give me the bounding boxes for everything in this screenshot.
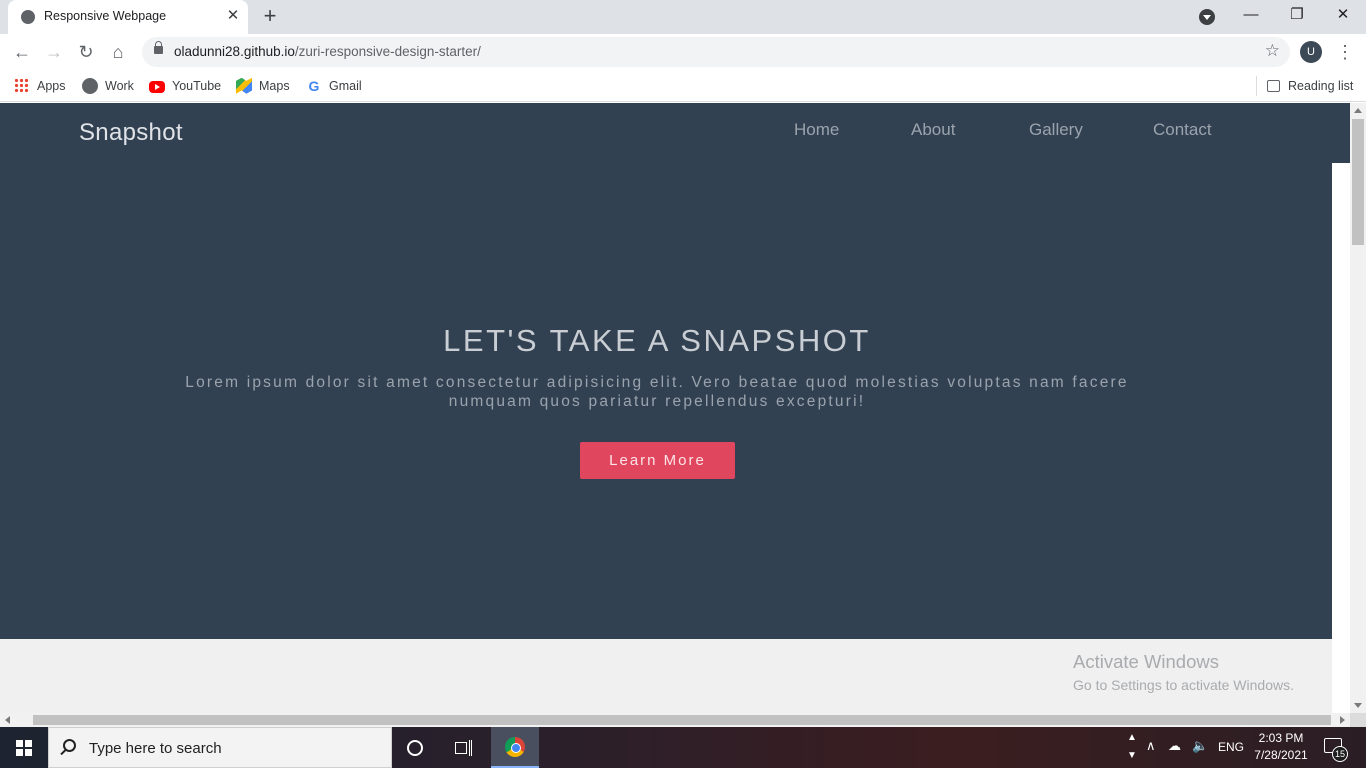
- page-viewport: Snapshot Home About Gallery Contact LET'…: [0, 103, 1350, 713]
- bookmark-work[interactable]: Work: [82, 76, 134, 96]
- close-window-button[interactable]: ✕: [1320, 0, 1366, 32]
- browser-tab[interactable]: Responsive Webpage ✕: [8, 0, 248, 34]
- windows-taskbar: Type here to search ▲ ▼ ∧ ☁ 🔈 ENG 2:03 PM…: [0, 727, 1366, 768]
- vertical-scrollbar[interactable]: [1350, 103, 1366, 713]
- close-tab-icon[interactable]: ✕: [224, 7, 242, 25]
- vertical-scroll-thumb[interactable]: [1352, 119, 1364, 245]
- bookmark-star-icon[interactable]: ☆: [1265, 41, 1280, 61]
- onedrive-cloud-icon[interactable]: ☁: [1168, 738, 1181, 754]
- learn-more-button[interactable]: Learn More: [580, 442, 735, 479]
- tab-search-icon[interactable]: [1199, 9, 1215, 25]
- windows-logo-icon: [16, 740, 32, 756]
- bookmark-apps[interactable]: Apps: [14, 76, 66, 96]
- horizontal-scrollbar[interactable]: [0, 713, 1350, 727]
- url-path: /zuri-responsive-design-starter/: [294, 44, 481, 59]
- cortana-icon[interactable]: [407, 740, 423, 756]
- task-view-bar: [469, 740, 472, 756]
- address-bar[interactable]: oladunni28.github.io/zuri-responsive-des…: [142, 37, 1290, 67]
- youtube-icon: [149, 80, 165, 93]
- reading-list-icon: [1267, 79, 1280, 92]
- url-text[interactable]: oladunni28.github.io/zuri-responsive-des…: [174, 44, 481, 59]
- bookmark-label: YouTube: [172, 79, 222, 93]
- back-button[interactable]: ←: [9, 39, 35, 65]
- browser-toolbar: ← → ↻ ⌂ oladunni28.github.io/zuri-respon…: [0, 34, 1366, 70]
- volume-icon[interactable]: 🔈: [1192, 738, 1208, 754]
- globe-icon: [21, 10, 35, 24]
- bookmark-label: Maps: [259, 79, 290, 93]
- hero-section: [0, 103, 1332, 639]
- scroll-left-arrow-icon[interactable]: [5, 716, 10, 724]
- task-view-frame: [455, 742, 467, 754]
- bookmark-label: Apps: [37, 79, 66, 93]
- hero-text: Lorem ipsum dolor sit amet consectetur a…: [185, 374, 1129, 410]
- apps-icon: [14, 77, 30, 94]
- nav-link-contact[interactable]: Contact: [1153, 120, 1212, 140]
- notification-count-badge: 15: [1332, 746, 1348, 762]
- profile-avatar[interactable]: U: [1300, 41, 1322, 63]
- globe-icon: [82, 77, 98, 94]
- bookmark-label: Work: [105, 79, 134, 93]
- lock-icon[interactable]: [154, 41, 163, 54]
- chrome-taskbar-button[interactable]: [491, 727, 539, 768]
- nav-link-about[interactable]: About: [911, 120, 955, 140]
- nav-link-gallery[interactable]: Gallery: [1029, 120, 1083, 140]
- bookmarks-bar: Apps Work YouTube Maps G Gmail Reading li…: [0, 70, 1366, 102]
- bookmark-youtube[interactable]: YouTube: [149, 76, 221, 96]
- tab-strip: Responsive Webpage ✕ + — ❐ ✕: [0, 0, 1366, 34]
- nav-link-home[interactable]: Home: [794, 120, 839, 140]
- show-hidden-icons-icon[interactable]: ∧: [1146, 738, 1156, 754]
- hero-title: LET'S TAKE A SNAPSHOT: [443, 323, 871, 358]
- search-icon: [63, 739, 76, 752]
- scroll-down-arrow-icon[interactable]: [1354, 703, 1362, 708]
- navbar-overflow: [1332, 103, 1350, 163]
- activate-windows-title: Activate Windows: [1073, 651, 1219, 672]
- scroll-right-arrow-icon[interactable]: [1340, 716, 1345, 724]
- bookmark-label: Gmail: [329, 79, 362, 93]
- tray-scroll-arrows[interactable]: ▲ ▼: [1126, 729, 1138, 766]
- new-tab-button[interactable]: +: [258, 5, 282, 29]
- chrome-icon: [505, 737, 525, 757]
- scroll-up-arrow-icon[interactable]: [1354, 108, 1362, 113]
- url-host: oladunni28.github.io: [174, 44, 295, 59]
- task-view-icon[interactable]: [455, 740, 473, 756]
- taskbar-search-box[interactable]: Type here to search: [48, 727, 392, 768]
- clock-time: 2:03 PM: [1258, 731, 1304, 745]
- menu-icon[interactable]: ⋮: [1336, 40, 1354, 64]
- scrollbar-corner: [1350, 713, 1366, 727]
- tab-title: Responsive Webpage: [44, 9, 167, 23]
- activate-windows-subtitle: Go to Settings to activate Windows.: [1073, 677, 1294, 693]
- taskbar-clock[interactable]: 2:03 PM 7/28/2021: [1250, 730, 1312, 764]
- maps-icon: [236, 77, 252, 94]
- bookmark-gmail[interactable]: G Gmail: [306, 76, 362, 96]
- minimize-button[interactable]: —: [1228, 0, 1274, 32]
- reading-list-button[interactable]: Reading list: [1256, 76, 1353, 96]
- clock-date: 7/28/2021: [1254, 748, 1308, 762]
- taskbar-search-placeholder: Type here to search: [89, 740, 222, 757]
- bookmark-maps[interactable]: Maps: [236, 76, 290, 96]
- google-icon: G: [308, 77, 320, 94]
- site-brand[interactable]: Snapshot: [79, 119, 183, 147]
- forward-button[interactable]: →: [41, 39, 67, 65]
- reading-list-label: Reading list: [1288, 79, 1354, 93]
- home-button[interactable]: ⌂: [105, 39, 131, 65]
- language-indicator[interactable]: ENG: [1218, 740, 1244, 754]
- maximize-button[interactable]: ❐: [1274, 0, 1320, 32]
- reload-button[interactable]: ↻: [73, 39, 99, 65]
- horizontal-scroll-thumb[interactable]: [33, 715, 1331, 725]
- start-button[interactable]: [0, 727, 48, 768]
